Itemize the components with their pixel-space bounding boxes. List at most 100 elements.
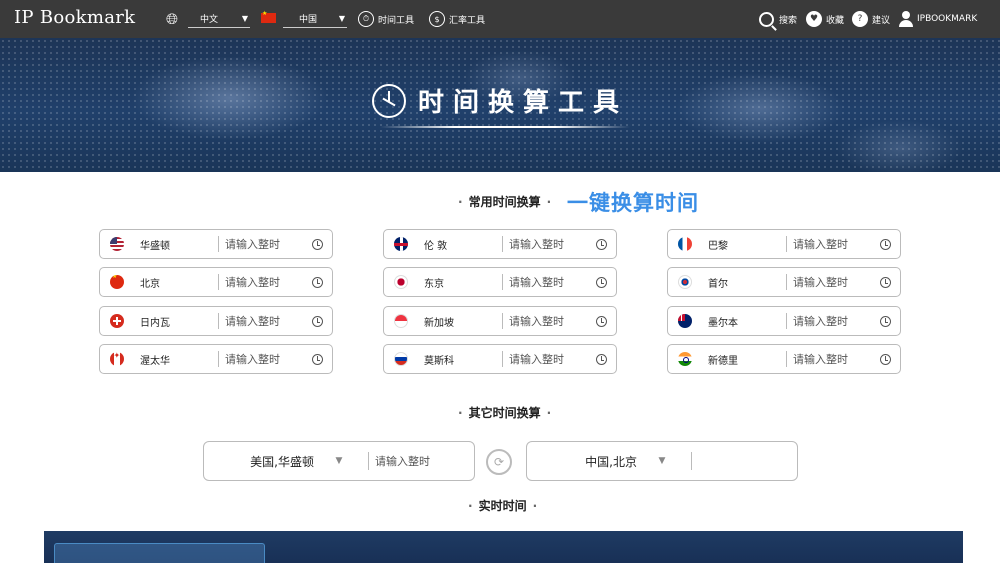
city-name: 巴黎 xyxy=(708,240,728,252)
flag-icon xyxy=(394,314,408,328)
hour-input[interactable]: 请输入整时 xyxy=(503,313,596,329)
city-card: 巴黎 请输入整时 xyxy=(667,229,901,259)
city-card: 东京 请输入整时 xyxy=(383,267,617,297)
slogan: 一键换算时间 xyxy=(567,191,699,215)
city-name: 东京 xyxy=(424,278,444,290)
banner-underline xyxy=(380,126,630,128)
nav-time-label: 时间工具 xyxy=(378,15,415,26)
clock-icon: ⏱︎ xyxy=(358,11,374,27)
hour-input[interactable]: 请输入整时 xyxy=(787,313,880,329)
clock-icon[interactable] xyxy=(596,238,607,250)
clock-icon[interactable] xyxy=(596,353,607,365)
clock-icon[interactable] xyxy=(312,353,323,365)
banner-title: 时间换算工具 xyxy=(372,82,628,119)
clock-icon[interactable] xyxy=(596,276,607,288)
nav-time-tools[interactable]: ⏱︎ 时间工具 xyxy=(358,0,414,38)
clock-icon[interactable] xyxy=(880,276,891,288)
city-name: 北京 xyxy=(140,278,160,290)
clock-icon[interactable] xyxy=(880,315,891,327)
chevron-down-icon: ▼ xyxy=(241,14,248,23)
city-name: 日内瓦 xyxy=(140,317,170,329)
city-name: 华盛顿 xyxy=(140,240,170,252)
section-title-other: · 其它时间换算 · xyxy=(458,406,552,420)
nav-search[interactable]: 搜索 xyxy=(759,0,797,38)
banner-title-text: 时间换算工具 xyxy=(418,88,629,118)
top-nav-bar: IP Bookmark 🌐︎ 中文 ▼ 中国 ▼ ⏱︎ 时间工具 $ 汇率工具 … xyxy=(0,0,1000,38)
hour-input[interactable]: 请输入整时 xyxy=(503,351,596,367)
nav-search-label: 搜索 xyxy=(779,15,798,26)
divider xyxy=(691,452,692,470)
city-card: 华盛顿 请输入整时 xyxy=(99,229,333,259)
hour-input[interactable]: 请输入整时 xyxy=(787,274,880,290)
flag-icon xyxy=(394,352,408,366)
city-card: 渥太华 请输入整时 xyxy=(99,344,333,374)
city-name: 渥太华 xyxy=(140,355,170,367)
hour-input[interactable]: 请输入整时 xyxy=(787,236,880,252)
city-name: 莫斯科 xyxy=(424,355,454,367)
from-converter: 美国,华盛顿 ▼ 请输入整时 xyxy=(203,441,475,481)
to-converter: 中国,北京 ▼ xyxy=(526,441,798,481)
city-card: 首尔 请输入整时 xyxy=(667,267,901,297)
hour-input[interactable]: 请输入整时 xyxy=(503,274,596,290)
clock-icon xyxy=(372,83,406,118)
search-icon xyxy=(759,11,774,27)
from-location-select[interactable]: 美国,华盛顿 xyxy=(204,453,324,470)
clock-icon[interactable] xyxy=(596,315,607,327)
chevron-down-icon[interactable]: ▼ xyxy=(647,456,677,466)
flag-icon xyxy=(394,275,408,289)
city-card: 新加坡 请输入整时 xyxy=(383,306,617,336)
flag-icon xyxy=(678,352,692,366)
flag-icon xyxy=(110,352,124,366)
city-card: 日内瓦 请输入整时 xyxy=(99,306,333,336)
nav-suggest-label: 建议 xyxy=(872,15,891,26)
hour-input[interactable]: 请输入整时 xyxy=(787,351,880,367)
user-icon xyxy=(899,11,913,27)
section-title-common: · 常用时间换算 · xyxy=(458,195,552,209)
nav-rate-tools[interactable]: $ 汇率工具 xyxy=(429,0,485,38)
to-location-select[interactable]: 中国,北京 xyxy=(527,453,647,470)
hero-banner: 时间换算工具 xyxy=(0,38,1000,172)
city-card: 北京 请输入整时 xyxy=(99,267,333,297)
nav-suggest[interactable]: ? 建议 xyxy=(852,0,890,38)
clock-icon[interactable] xyxy=(880,238,891,250)
flag-icon xyxy=(110,275,124,289)
clock-icon[interactable] xyxy=(312,315,323,327)
heart-icon: ♥ xyxy=(806,11,822,27)
flag-icon xyxy=(678,237,692,251)
hour-input[interactable]: 请输入整时 xyxy=(219,313,312,329)
section-title-realtime: · 实时时间 · xyxy=(468,499,538,513)
flag-icon xyxy=(678,275,692,289)
flag-icon xyxy=(678,314,692,328)
clock-icon[interactable] xyxy=(312,276,323,288)
clock-icon[interactable] xyxy=(880,353,891,365)
hour-input[interactable]: 请输入整时 xyxy=(219,351,312,367)
globe-icon[interactable]: 🌐︎ xyxy=(166,0,178,38)
city-name: 墨尔本 xyxy=(708,317,738,329)
site-logo[interactable]: IP Bookmark xyxy=(14,7,135,28)
language-select[interactable]: 中文 ▼ xyxy=(188,10,250,28)
chevron-down-icon: ▼ xyxy=(338,14,345,23)
nav-favorites[interactable]: ♥ 收藏 xyxy=(806,0,844,38)
swap-icon[interactable]: ⟳ xyxy=(486,449,512,475)
nav-fav-label: 收藏 xyxy=(826,15,845,26)
city-name: 伦 敦 xyxy=(424,240,448,252)
country-value: 中国 xyxy=(299,15,318,25)
flag-icon xyxy=(110,314,124,328)
china-flag-icon xyxy=(261,10,276,23)
city-card: 伦 敦 请输入整时 xyxy=(383,229,617,259)
dollar-icon: $ xyxy=(429,11,445,27)
chevron-down-icon[interactable]: ▼ xyxy=(324,456,354,466)
hour-input[interactable]: 请输入整时 xyxy=(503,236,596,252)
realtime-card xyxy=(54,543,265,563)
nav-rate-label: 汇率工具 xyxy=(449,15,486,26)
flag-icon xyxy=(110,237,124,251)
nav-user[interactable]: IPBOOKMARK xyxy=(899,0,977,38)
city-name: 首尔 xyxy=(708,278,728,290)
country-select[interactable]: 中国 ▼ xyxy=(283,10,347,28)
hour-input[interactable]: 请输入整时 xyxy=(219,236,312,252)
city-name: 新德里 xyxy=(708,355,738,367)
hour-input[interactable]: 请输入整时 xyxy=(219,274,312,290)
clock-icon[interactable] xyxy=(312,238,323,250)
nav-user-label: IPBOOKMARK xyxy=(917,14,978,24)
from-time-input[interactable]: 请输入整时 xyxy=(369,453,430,469)
